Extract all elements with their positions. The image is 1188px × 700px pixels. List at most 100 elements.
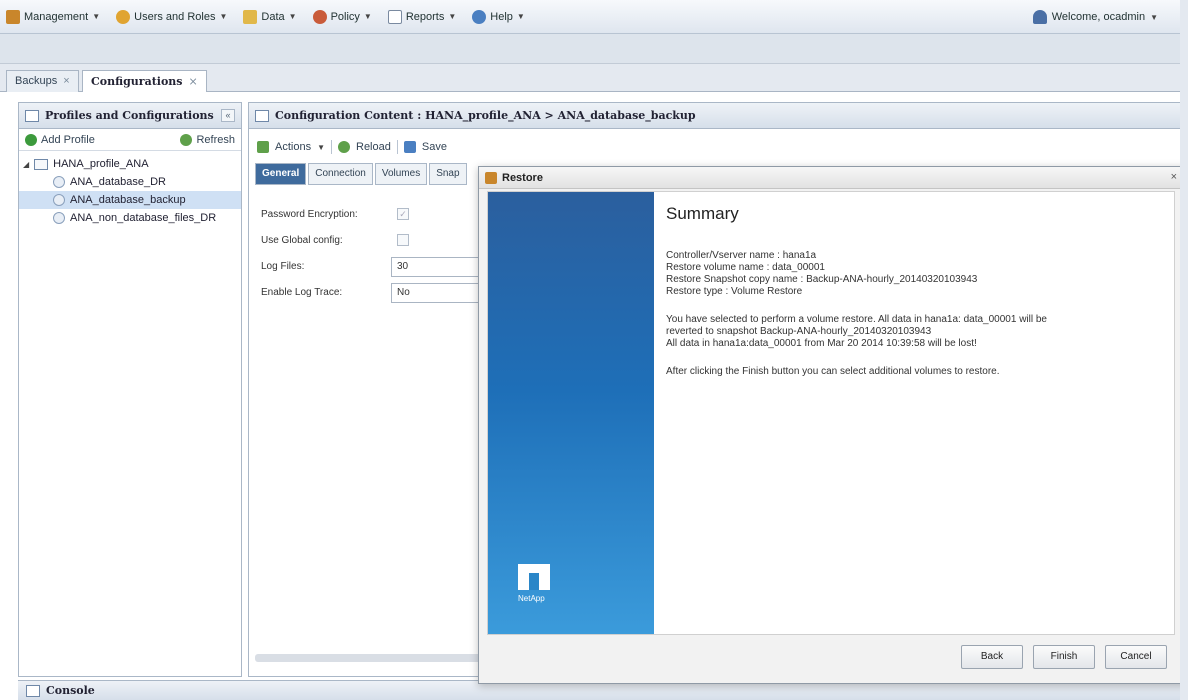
help-icon [472, 9, 487, 24]
profiles-panel: Profiles and Configurations « Add Profil… [18, 102, 242, 677]
back-button[interactable]: Back [961, 645, 1023, 669]
detail-snapshot: Restore Snapshot copy name : Backup-ANA-… [666, 274, 978, 285]
tab-configurations[interactable]: Configurations × [82, 70, 207, 92]
log-files-input[interactable]: 30 [391, 257, 481, 277]
main-tab-bar: Backups × Configurations × [0, 64, 1188, 92]
warning-line: reverted to snapshot Backup-ANA-hourly_2… [666, 326, 932, 337]
netapp-logo-text: NetApp [518, 594, 545, 603]
actions-icon [257, 141, 269, 153]
password-encryption-checkbox[interactable]: ✓ [397, 208, 409, 220]
save-icon [403, 141, 416, 153]
finish-button[interactable]: Finish [1033, 645, 1095, 669]
menu-policy[interactable]: Policy ▼ [312, 9, 372, 24]
chevron-down-icon: ▼ [1150, 12, 1158, 22]
refresh-icon [180, 133, 193, 146]
restore-details: Controller/Vserver name : hana1a Restore… [666, 250, 1166, 298]
toolbar-strip [0, 34, 1188, 64]
tab-connection[interactable]: Connection [308, 163, 373, 185]
tab-backups[interactable]: Backups × [6, 70, 79, 92]
enable-log-trace-select[interactable]: No [391, 283, 481, 303]
reports-icon [387, 9, 402, 24]
menu-management-label: Management [24, 10, 89, 23]
tab-volumes[interactable]: Volumes [374, 163, 428, 185]
menu-reports-label: Reports [405, 10, 445, 23]
tree-item-ana-database-dr[interactable]: ANA_database_DR [19, 173, 241, 191]
menu-data[interactable]: Data ▼ [243, 9, 297, 24]
expand-icon[interactable]: ◢ [23, 160, 29, 169]
add-profile-button[interactable]: Add Profile [25, 133, 95, 146]
warning-line: All data in hana1a:data_00001 from Mar 2… [666, 338, 977, 349]
close-icon[interactable]: × [63, 75, 69, 87]
warning-line: You have selected to perform a volume re… [666, 314, 1047, 325]
config-icon [53, 194, 65, 206]
restore-warning: You have selected to perform a volume re… [666, 314, 1166, 350]
policy-icon [312, 9, 327, 24]
profiles-panel-header: Profiles and Configurations [19, 103, 241, 129]
chevron-down-icon: ▼ [363, 12, 372, 21]
note-line: After clicking the Finish button you can… [666, 366, 1000, 377]
panel-icon [255, 109, 269, 122]
log-files-label: Log Files: [261, 261, 305, 272]
chevron-down-icon: ▼ [516, 12, 525, 21]
main-menubar: Management ▼ Users and Roles ▼ Data ▼ Po… [0, 0, 1188, 34]
use-global-config-row: Use Global config: [261, 229, 491, 253]
chevron-down-icon: ▼ [317, 142, 325, 152]
config-icon [53, 212, 65, 224]
content-toolbar: Actions ▼ Reload Save [249, 135, 1187, 159]
detail-controller: Controller/Vserver name : hana1a [666, 250, 817, 261]
detail-volume: Restore volume name : data_00001 [666, 262, 825, 273]
tree-item-ana-non-database-files-dr[interactable]: ANA_non_database_files_DR [19, 209, 241, 227]
save-button[interactable]: Save [422, 141, 447, 153]
toolbar-separator [331, 140, 332, 154]
tree-item-label: HANA_profile_ANA [53, 158, 149, 170]
refresh-button[interactable]: Refresh [180, 133, 235, 146]
users-icon [116, 9, 131, 24]
actions-button[interactable]: Actions [275, 141, 311, 153]
enable-log-trace-row: Enable Log Trace: No [261, 281, 491, 305]
add-icon [25, 133, 37, 146]
tree-item-hana-profile[interactable]: ◢ HANA_profile_ANA [19, 155, 241, 173]
tree-item-label: ANA_database_DR [70, 176, 167, 188]
restore-dialog-title: Restore [502, 171, 543, 184]
chevron-down-icon: ▼ [92, 12, 101, 21]
tab-backups-label: Backups [15, 75, 58, 87]
reload-button[interactable]: Reload [356, 141, 391, 153]
config-icon [53, 176, 65, 188]
refresh-label: Refresh [196, 133, 235, 146]
horizontal-scrollbar[interactable] [255, 654, 485, 662]
menu-policy-label: Policy [330, 10, 360, 23]
window-edge [1180, 0, 1188, 700]
console-label: Console [46, 684, 95, 697]
tab-configurations-label: Configurations [91, 75, 183, 88]
close-icon[interactable]: × [1171, 171, 1177, 183]
restore-summary: Summary Controller/Vserver name : hana1a… [666, 204, 1166, 394]
menu-users-and-roles[interactable]: Users and Roles ▼ [116, 9, 227, 24]
restore-dialog-titlebar[interactable]: Restore [479, 167, 1187, 189]
chevron-down-icon: ▼ [288, 12, 297, 21]
profiles-tree: ◢ HANA_profile_ANA ANA_database_DR ANA_d… [19, 151, 241, 227]
netapp-logo-icon [518, 564, 550, 590]
chevron-down-icon: ▼ [448, 12, 457, 21]
netapp-banner: NetApp [488, 192, 654, 634]
tab-snap[interactable]: Snap [429, 163, 467, 185]
menu-reports[interactable]: Reports ▼ [387, 9, 457, 24]
tab-general[interactable]: General [255, 163, 307, 185]
folder-icon [34, 158, 49, 170]
menu-management[interactable]: Management ▼ [6, 9, 101, 24]
tree-item-ana-database-backup[interactable]: ANA_database_backup [19, 191, 241, 209]
restore-dialog-body: NetApp Summary Controller/Vserver name :… [487, 191, 1175, 635]
welcome-label: Welcome, ocadmin [1051, 11, 1146, 23]
password-encryption-label: Password Encryption: [261, 209, 358, 220]
close-icon[interactable]: × [189, 75, 198, 88]
cancel-button[interactable]: Cancel [1105, 645, 1167, 669]
welcome-user-menu[interactable]: Welcome, ocadmin ▼ [1032, 10, 1158, 24]
tree-item-label: ANA_database_backup [70, 194, 186, 206]
toolbar-separator [396, 140, 398, 154]
enable-log-trace-label: Enable Log Trace: [261, 287, 343, 298]
menu-help[interactable]: Help ▼ [472, 9, 525, 24]
menu-help-label: Help [490, 10, 513, 23]
collapse-panel-button[interactable]: « [221, 109, 235, 122]
use-global-config-checkbox[interactable] [397, 234, 409, 246]
restore-dialog: Restore × NetApp Summary Controller/Vser… [478, 166, 1188, 684]
content-tab-bar: General Connection Volumes Snap [255, 163, 467, 187]
